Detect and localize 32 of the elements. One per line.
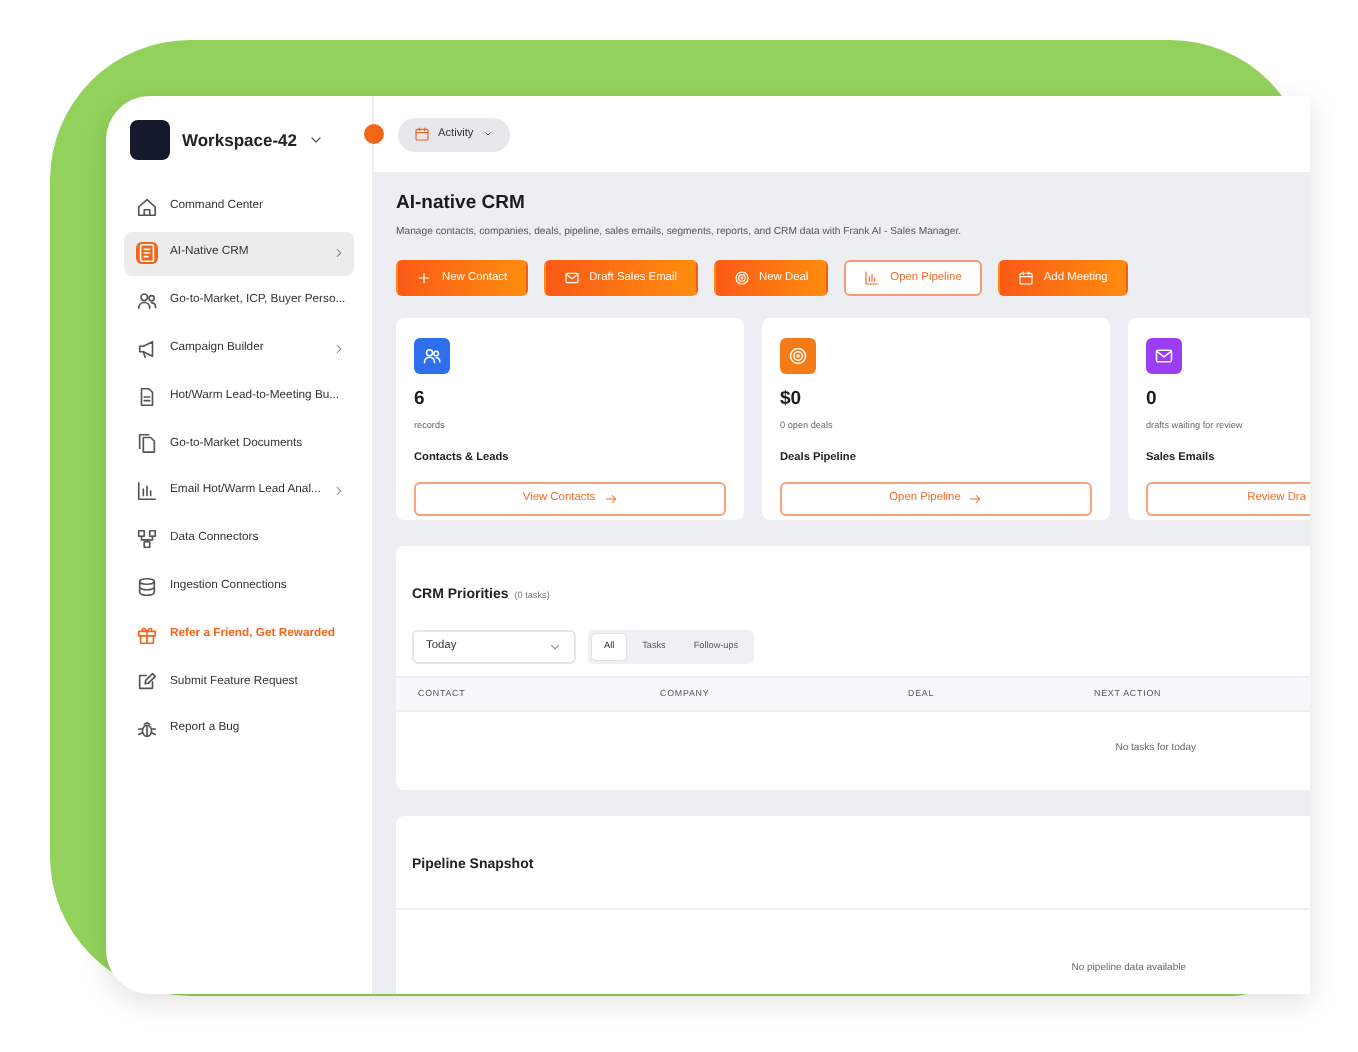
bar-chart-icon xyxy=(864,270,881,287)
database-icon xyxy=(136,575,158,598)
mail-icon xyxy=(563,270,580,287)
chevron-down-icon xyxy=(548,640,562,655)
users-icon xyxy=(422,346,442,367)
target-icon xyxy=(733,270,749,287)
stat-value: 6 xyxy=(414,386,427,415)
workspace-logo xyxy=(130,120,170,160)
plus-icon xyxy=(416,270,432,287)
home-icon xyxy=(136,195,158,217)
gift-icon xyxy=(136,623,158,646)
notebook-icon xyxy=(136,242,158,265)
stat-value: $0 xyxy=(780,386,804,415)
document-icon xyxy=(136,385,158,408)
page-title: AI-native CRM xyxy=(396,192,527,215)
stat-value: 0 xyxy=(1146,386,1159,415)
target-icon xyxy=(788,346,808,367)
chevron-down-icon xyxy=(308,132,325,148)
megaphone-icon xyxy=(136,337,158,360)
connectors-icon xyxy=(136,528,158,551)
documents-icon xyxy=(136,432,158,455)
edit-icon xyxy=(136,670,158,693)
bug-icon xyxy=(136,718,158,741)
users-icon xyxy=(136,290,158,313)
mail-icon xyxy=(1154,346,1174,367)
bar-chart-icon xyxy=(136,480,158,503)
workspace-name: Workspace-42 xyxy=(182,127,297,153)
arrow-right-icon xyxy=(603,491,618,506)
arrow-right-icon xyxy=(968,491,983,506)
collapse-sidebar-button[interactable] xyxy=(364,124,384,144)
calendar-icon xyxy=(414,126,430,142)
calendar-icon xyxy=(1017,270,1034,287)
